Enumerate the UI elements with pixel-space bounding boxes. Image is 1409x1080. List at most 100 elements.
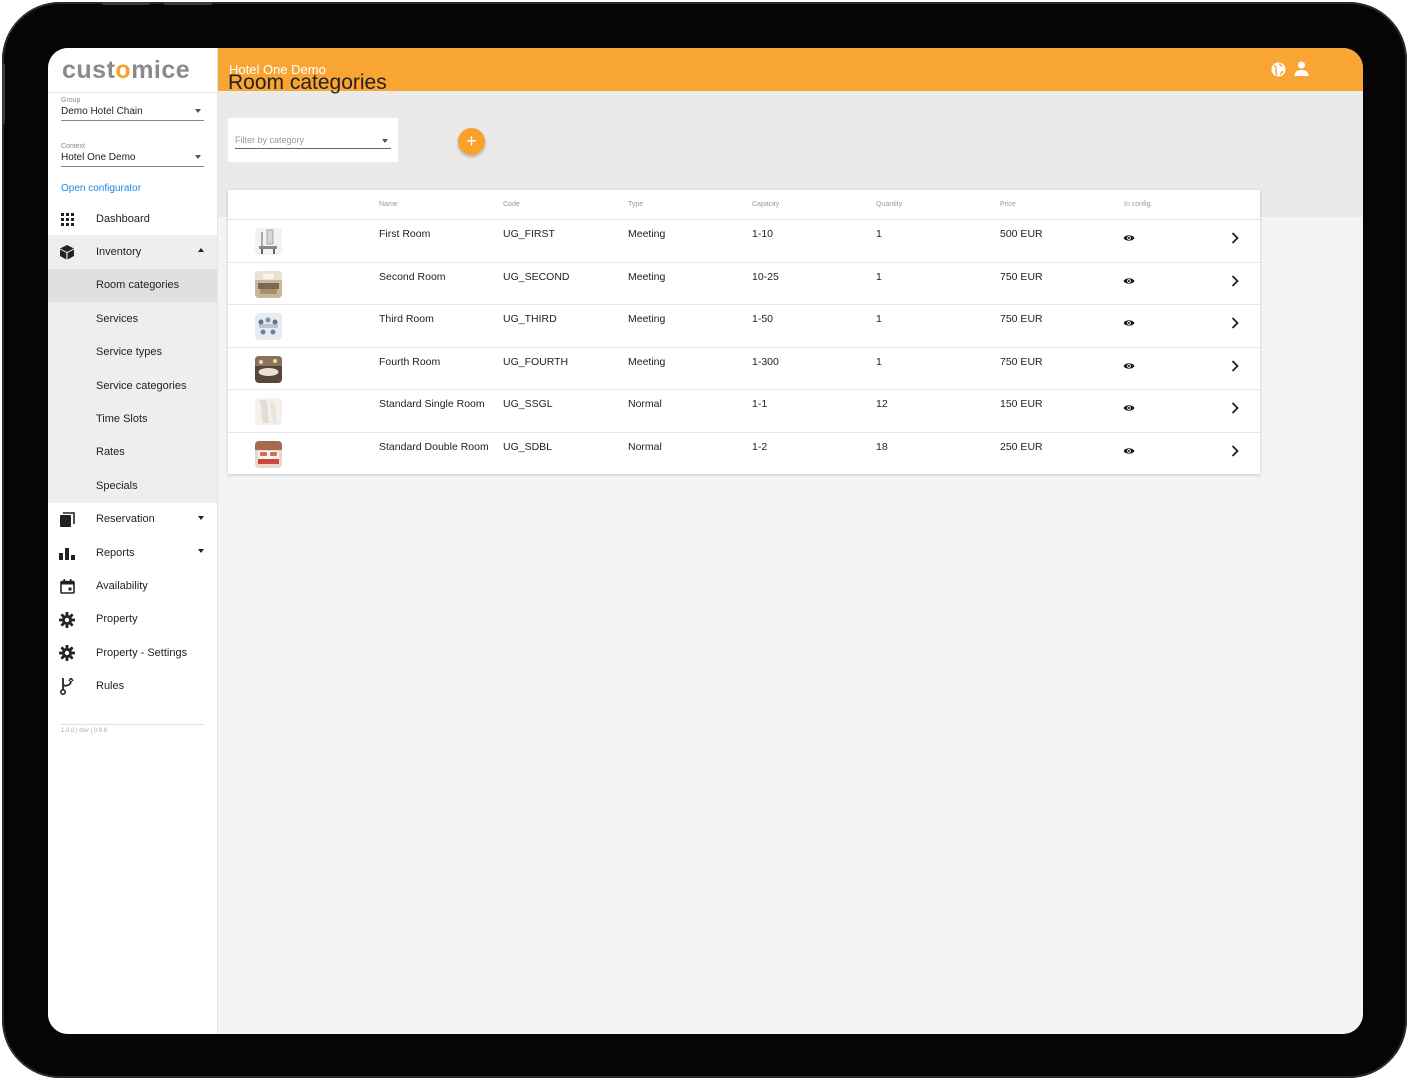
sidebar-item-label: Specials (96, 479, 138, 492)
eye-icon[interactable] (1123, 229, 1135, 247)
collapse-arrow-icon (198, 248, 204, 253)
grid-icon (59, 211, 75, 227)
sidebar-item-label: Service categories (96, 379, 187, 392)
cell-code: UG_FIRST (503, 228, 555, 240)
sidebar-item-specials[interactable]: Specials (48, 469, 217, 502)
chevron-right-icon[interactable] (1231, 359, 1239, 377)
sidebar-item-dashboard[interactable]: Dashboard (48, 202, 217, 235)
sidebar-item-label: Services (96, 312, 139, 325)
group-value: Demo Hotel Chain (61, 106, 143, 117)
cell-price: 150 EUR (1000, 398, 1043, 410)
sidebar-item-label: Property (96, 613, 138, 626)
cell-capacity: 1-300 (752, 355, 779, 368)
sidebar-item-reports[interactable]: Reports (48, 536, 217, 569)
sidebar-item-reservation[interactable]: Reservation (48, 503, 217, 536)
eye-icon[interactable] (1123, 314, 1135, 332)
calendar-icon (59, 578, 75, 594)
logo-fingerprint: o (115, 55, 132, 84)
eye-icon[interactable] (1123, 399, 1135, 417)
cell-name: Fourth Room (379, 355, 441, 368)
cell-price: 750 EUR (1000, 270, 1043, 283)
logo-text: mice (131, 55, 191, 84)
cell-quantity: 1 (876, 270, 882, 283)
sidebar-item-availability[interactable]: Availability (48, 569, 217, 602)
gear-icon (59, 645, 75, 662)
context-label: Context (61, 143, 86, 150)
room-thumbnail (255, 355, 282, 383)
room-thumbnail (255, 440, 282, 468)
hardware-button (2, 64, 5, 124)
sidebar-item-label: Time Slots (96, 413, 148, 426)
dropdown-caret-icon (195, 155, 201, 159)
column-header-price: Price (1000, 201, 1016, 208)
user-icon[interactable] (1294, 61, 1309, 81)
chevron-right-icon[interactable] (1231, 316, 1239, 334)
sidebar: cust o mice Group Demo Hotel Chain Context… (48, 48, 218, 1034)
cell-quantity: 12 (876, 398, 888, 410)
sidebar-item-service-types[interactable]: Service types (48, 336, 217, 369)
fork-icon (59, 677, 75, 695)
cell-quantity: 1 (876, 228, 882, 240)
cell-capacity: 1-2 (752, 440, 768, 453)
cell-type: Meeting (628, 313, 666, 325)
cell-capacity: 1-10 (752, 228, 774, 240)
cell-name: Third Room (379, 313, 434, 325)
cell-code: UG_SDBL (503, 440, 553, 453)
expand-arrow-icon (198, 515, 204, 520)
cell-name: First Room (379, 228, 431, 240)
sidebar-item-services[interactable]: Services (48, 302, 217, 335)
chevron-right-icon[interactable] (1231, 401, 1239, 419)
sidebar-item-room-categories[interactable]: Room categories (48, 268, 217, 303)
room-thumbnail (255, 270, 282, 298)
chevron-right-icon[interactable] (1231, 444, 1239, 462)
chevron-right-icon[interactable] (1231, 231, 1239, 249)
sidebar-item-label: Reservation (96, 513, 155, 526)
table-row[interactable]: Fourth Room UG_FOURTH Meeting 1-300 1 75… (228, 348, 1260, 390)
dropdown-caret-icon (382, 139, 388, 143)
chevron-right-icon[interactable] (1231, 274, 1239, 292)
group-select[interactable]: Group Demo Hotel Chain (61, 97, 204, 121)
expand-arrow-icon (198, 548, 204, 553)
book-icon (59, 511, 75, 528)
cell-name: Second Room (379, 270, 446, 283)
sidebar-item-label: Rules (96, 680, 125, 693)
filter-card: Filter by category (228, 118, 398, 162)
sidebar-item-property[interactable]: Property (48, 603, 217, 636)
table-row[interactable]: Third Room UG_THIRD Meeting 1-50 1 750 E… (228, 305, 1260, 348)
cell-type: Meeting (628, 270, 666, 283)
add-room-category-button[interactable]: + (458, 128, 485, 155)
table-row[interactable]: First Room UG_FIRST Meeting 1-10 1 500 E… (228, 220, 1260, 263)
sidebar-item-label: Reports (96, 546, 135, 559)
table-row[interactable]: Standard Single Room UG_SSGL Normal 1-1 … (228, 390, 1260, 433)
sidebar-item-rules[interactable]: Rules (48, 669, 217, 702)
eye-icon[interactable] (1123, 442, 1135, 460)
column-header-capacity: Capacity (752, 201, 780, 208)
sidebar-item-label: Service types (96, 346, 163, 359)
page-title: Room categories (228, 71, 387, 94)
cell-type: Normal (628, 440, 662, 453)
table-row[interactable]: Standard Double Room UG_SDBL Normal 1-2 … (228, 433, 1260, 475)
cell-price: 250 EUR (1000, 440, 1043, 453)
column-header-name: Name (379, 201, 398, 208)
sidebar-item-property-settings[interactable]: Property - Settings (48, 636, 217, 669)
filter-category-select[interactable]: Filter by category (235, 135, 391, 149)
sidebar-item-label: Room categories (96, 279, 180, 292)
table-row[interactable]: Second Room UG_SECOND Meeting 10-25 1 75… (228, 263, 1260, 305)
context-select[interactable]: Context Hotel One Demo (61, 143, 204, 167)
sidebar-item-service-categories[interactable]: Service categories (48, 369, 217, 402)
sidebar-item-time-slots[interactable]: Time Slots (48, 402, 217, 435)
app-logo[interactable]: cust o mice (48, 48, 217, 93)
eye-icon[interactable] (1123, 357, 1135, 375)
cell-price: 500 EUR (1000, 228, 1043, 240)
bar-chart-icon (59, 545, 75, 561)
globe-icon[interactable] (1271, 62, 1286, 82)
sidebar-item-inventory[interactable]: Inventory (48, 235, 217, 269)
sidebar-item-rates[interactable]: Rates (48, 436, 217, 469)
filter-placeholder: Filter by category (235, 135, 305, 145)
eye-icon[interactable] (1123, 272, 1135, 290)
cell-name: Standard Single Room (379, 398, 485, 410)
open-configurator-link[interactable]: Open configurator (61, 183, 141, 194)
gear-icon (59, 611, 75, 628)
dropdown-caret-icon (195, 109, 201, 113)
sidebar-item-label: Dashboard (96, 212, 150, 225)
